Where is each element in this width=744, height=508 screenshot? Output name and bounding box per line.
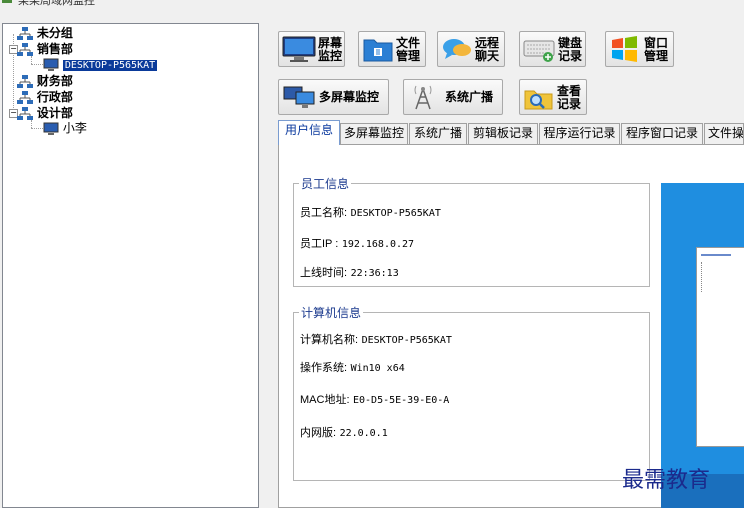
computer-name-row: 计算机名称: DESKTOP-P565KAT	[300, 331, 452, 347]
employee-ip-row: 员工IP : 192.168.0.27	[300, 235, 414, 251]
screen-preview[interactable]	[661, 183, 744, 508]
multi-screen-button[interactable]: 多屏幕监控	[278, 79, 389, 115]
title-bar: 某某局域网监控	[0, 0, 744, 7]
file-manage-line2: 管理	[396, 49, 421, 63]
network-group-icon	[17, 90, 33, 104]
tree-line	[31, 56, 32, 64]
field-value: DESKTOP-P565KAT	[361, 335, 452, 346]
tree-group-label: 财务部	[36, 74, 73, 88]
windows-logo-icon	[612, 36, 637, 62]
tab-user-info[interactable]: 用户信息	[278, 120, 340, 145]
keyboard-log-line2: 记录	[558, 49, 583, 63]
field-value: 22.0.0.1	[339, 428, 388, 439]
tab-broadcast[interactable]: 系统广播	[409, 123, 467, 144]
field-label: 操作系统:	[300, 362, 348, 374]
multi-monitor-icon	[283, 86, 315, 108]
watermark: 最需教育	[622, 468, 711, 493]
window-title: 某某局域网监控	[18, 0, 95, 7]
broadcast-button[interactable]: 系统广播	[403, 79, 503, 115]
preview-window	[696, 247, 744, 447]
group-title: 计算机信息	[299, 304, 364, 321]
lan-row: 内网版: 22.0.0.1	[300, 424, 388, 440]
tree-group-label: 设计部	[36, 106, 73, 120]
field-value: DESKTOP-P565KAT	[350, 208, 441, 219]
tree-group-admin[interactable]: 行政部	[17, 89, 73, 105]
field-label: 员工名称:	[300, 207, 348, 219]
network-group-icon	[17, 106, 33, 120]
field-label: 内网版:	[300, 427, 337, 439]
group-title: 员工信息	[299, 175, 352, 192]
remote-chat-line2: 聊天	[475, 49, 500, 63]
keyboard-icon	[523, 40, 555, 62]
antenna-icon	[414, 85, 432, 110]
chat-bubble-icon	[443, 39, 471, 59]
network-group-icon	[17, 42, 33, 56]
remote-chat-button[interactable]: 远程 聊天	[437, 31, 505, 67]
os-row: 操作系统: Win10 x64	[300, 359, 405, 375]
tab-file-ops[interactable]: 文件操	[704, 123, 744, 144]
monitor-icon	[282, 36, 316, 62]
tree-computer-desktop[interactable]: DESKTOP-P565KAT	[43, 56, 158, 72]
tree-group-unassigned[interactable]: 未分组	[17, 25, 73, 41]
tree-group-design[interactable]: 设计部	[17, 105, 73, 121]
field-value: Win10 x64	[350, 363, 405, 374]
tree-line	[31, 64, 43, 65]
keyboard-log-button[interactable]: 键盘 记录	[519, 31, 586, 67]
computer-icon	[43, 58, 59, 71]
tree-computer-xiaoli[interactable]: 小李	[43, 120, 87, 136]
employee-name-row: 员工名称: DESKTOP-P565KAT	[300, 204, 441, 220]
screen-monitor-button[interactable]: 屏幕 监控	[278, 31, 345, 67]
folder-icon	[363, 39, 393, 62]
tab-program-window[interactable]: 程序窗口记录	[621, 123, 703, 144]
tab-clipboard[interactable]: 剪辑板记录	[468, 123, 538, 144]
app-icon	[2, 0, 12, 3]
department-tree[interactable]: 未分组 − 销售部 DESKTOP-P565KAT 财务部 行政部 − 设计部	[2, 23, 259, 508]
broadcast-label: 系统广播	[445, 90, 494, 104]
field-label: 员工IP :	[300, 238, 339, 250]
tree-group-label: 销售部	[36, 42, 73, 56]
folder-search-icon	[524, 90, 553, 110]
field-value: 22:36:13	[350, 268, 399, 279]
field-label: 上线时间:	[300, 267, 348, 279]
tree-line	[31, 128, 43, 129]
tree-group-label: 行政部	[36, 90, 73, 104]
field-label: MAC地址:	[300, 394, 350, 406]
window-manage-button[interactable]: 窗口 管理	[605, 31, 674, 67]
tree-group-sales[interactable]: 销售部	[17, 41, 73, 57]
field-value: E0-D5-5E-39-E0-A	[353, 395, 450, 406]
online-time-row: 上线时间: 22:36:13	[300, 264, 399, 280]
tab-program-run[interactable]: 程序运行记录	[539, 123, 620, 144]
view-log-button[interactable]: 查看 记录	[519, 79, 587, 115]
tree-computer-label: 小李	[62, 121, 87, 135]
tree-computer-label: DESKTOP-P565KAT	[62, 60, 158, 71]
window-manage-line2: 管理	[644, 49, 669, 63]
tree-group-finance[interactable]: 财务部	[17, 73, 73, 89]
field-label: 计算机名称:	[300, 334, 359, 346]
tree-line	[31, 120, 32, 128]
tree-group-label: 未分组	[36, 26, 73, 40]
computer-icon	[43, 122, 59, 135]
file-manage-button[interactable]: 文件 管理	[358, 31, 426, 67]
network-group-icon	[17, 26, 33, 40]
view-log-line2: 记录	[557, 97, 582, 111]
field-value: 192.168.0.27	[341, 239, 415, 250]
screen-monitor-line2: 监控	[318, 49, 343, 63]
multi-screen-label: 多屏幕监控	[319, 90, 380, 104]
mac-row: MAC地址: E0-D5-5E-39-E0-A	[300, 391, 449, 407]
tab-multi-screen[interactable]: 多屏幕监控	[340, 123, 408, 144]
network-group-icon	[17, 74, 33, 88]
